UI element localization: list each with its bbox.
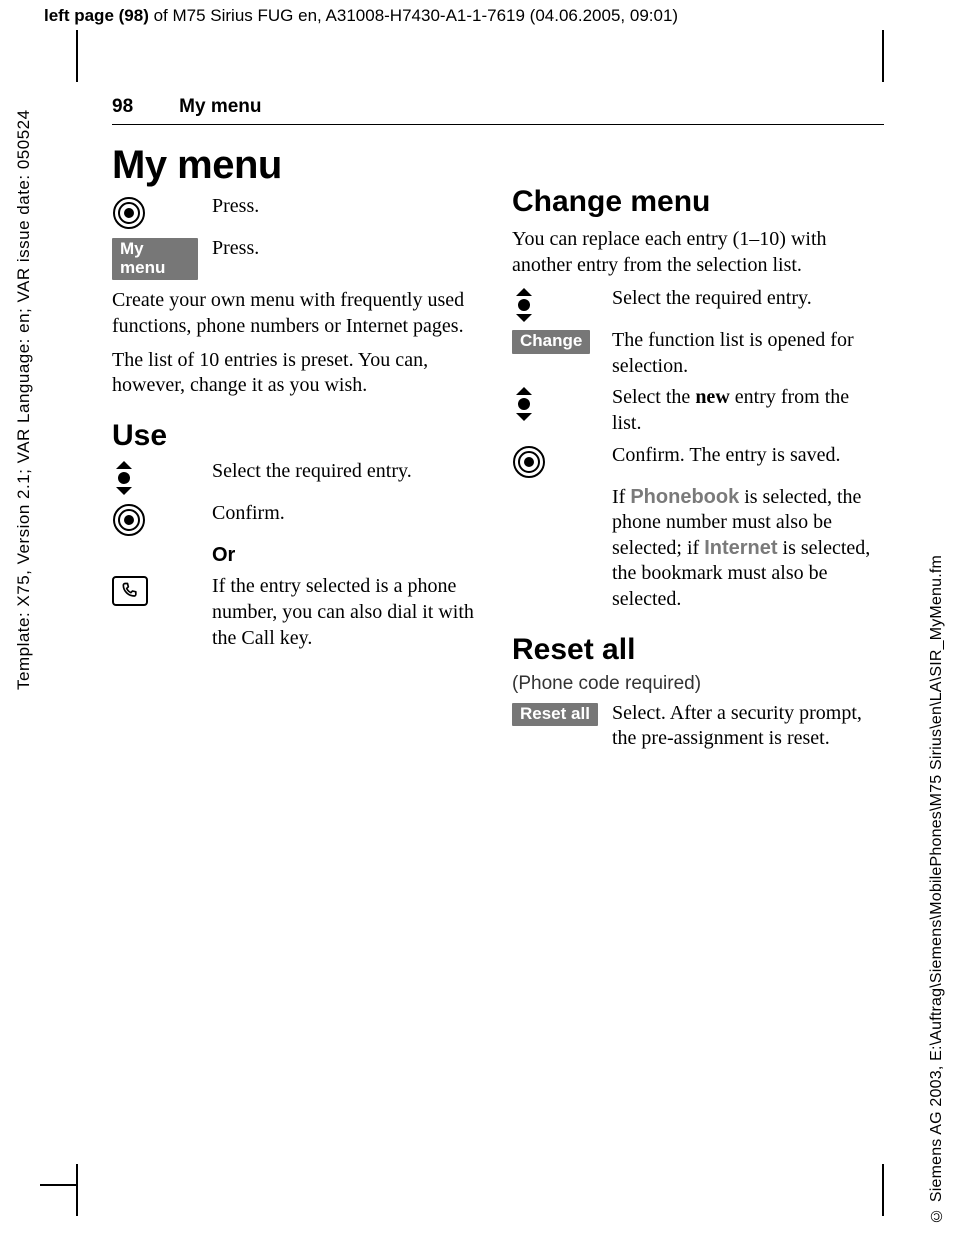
nav-updown-icon (112, 461, 136, 495)
center-key-icon (112, 503, 146, 537)
crop-mark (882, 30, 884, 82)
top-meta: left page (98) of M75 Sirius FUG en, A31… (44, 6, 678, 26)
nav-updown-icon (512, 288, 536, 322)
running-header: 98 My menu (112, 96, 884, 125)
crop-mark (882, 1164, 884, 1216)
softkey-change: Change (512, 330, 590, 354)
step-confirm: Confirm. (112, 501, 482, 537)
crop-mark (40, 1184, 76, 1186)
step-text: Confirm. (212, 501, 482, 527)
step-press-center: Press. (112, 194, 482, 230)
step-text: Select. After a security prompt, the pre… (612, 701, 882, 752)
step-text: The function list is opened for selectio… (612, 328, 882, 379)
or-label: Or (212, 543, 482, 569)
step-text: If the entry selected is a phone number,… (212, 574, 482, 651)
step-softkey-mymenu: My menu Press. (112, 236, 482, 280)
softkey-mymenu: My menu (112, 238, 198, 280)
crop-mark (76, 1164, 78, 1216)
step-text: Select the new entry from the list. (612, 385, 882, 436)
text-fragment: If (612, 486, 630, 508)
nav-updown-icon (512, 387, 536, 421)
right-margin-meta: © Siemens AG 2003, E:\Auftrag\Siemens\Mo… (928, 444, 946, 1224)
note-phonebook-internet: If Phonebook is selected, the phone numb… (512, 485, 882, 613)
page-content: 98 My menu My menu Press. My menu (112, 96, 884, 758)
step-nav-new: Select the new entry from the list. (512, 385, 882, 436)
top-meta-rest: of M75 Sirius FUG en, A31008-H7430-A1-1-… (149, 6, 678, 25)
step-text: Select the required entry. (212, 459, 482, 485)
page-number: 98 (112, 96, 133, 118)
step-or: Or (112, 543, 482, 569)
step-callkey: If the entry selected is a phone number,… (112, 574, 482, 651)
section-heading-reset: Reset all (512, 633, 882, 667)
step-softkey-change: Change The function list is opened for s… (512, 328, 882, 379)
step-confirm-save: Confirm. The entry is saved. (512, 443, 882, 479)
text-bold: new (695, 386, 729, 408)
page-title: My menu (112, 143, 482, 188)
section-heading-use: Use (112, 419, 482, 453)
center-key-icon (112, 196, 146, 230)
term-internet: Internet (704, 537, 777, 559)
step-text: Press. (212, 236, 482, 262)
top-meta-bold: left page (98) (44, 6, 149, 25)
left-margin-meta: Template: X75, Version 2.1; VAR Language… (14, 30, 34, 690)
step-nav-select: Select the required entry. (512, 286, 882, 322)
reset-subtitle: (Phone code required) (512, 673, 882, 695)
right-column: Change menu You can replace each entry (… (512, 143, 882, 758)
left-column: My menu Press. My menu Press. Create you (112, 143, 482, 758)
step-text: Press. (212, 194, 482, 220)
center-key-icon (512, 445, 546, 479)
step-text: Select the required entry. (612, 286, 882, 312)
term-phonebook: Phonebook (630, 486, 739, 508)
running-title: My menu (179, 96, 261, 118)
text-fragment: Select the (612, 386, 695, 408)
change-intro: You can replace each entry (1–10) with a… (512, 227, 882, 278)
step-text: Confirm. The entry is saved. (612, 443, 882, 469)
section-heading-change: Change menu (512, 185, 882, 219)
call-key-icon (112, 576, 148, 606)
softkey-resetall: Reset all (512, 703, 598, 727)
intro-paragraph: Create your own menu with frequently use… (112, 288, 482, 339)
crop-mark (76, 30, 78, 82)
step-nav-select: Select the required entry. (112, 459, 482, 495)
step-text: If Phonebook is selected, the phone numb… (612, 485, 882, 613)
intro-paragraph: The list of 10 entries is preset. You ca… (112, 348, 482, 399)
step-softkey-reset: Reset all Select. After a security promp… (512, 701, 882, 752)
